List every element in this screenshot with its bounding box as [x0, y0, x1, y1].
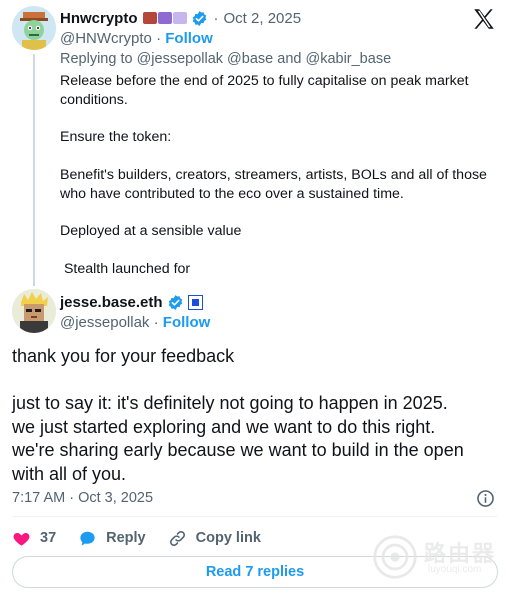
watermark: 路由器 luyouqi.com	[368, 532, 496, 584]
main-tweet-text: thank you for your feedback just to say …	[12, 345, 502, 487]
heart-icon	[13, 532, 30, 546]
replying-prefix: Replying to	[60, 51, 133, 67]
name-emojis	[142, 12, 187, 24]
reply-label: Reply	[106, 530, 146, 546]
main-text-line: with all of you.	[12, 463, 127, 484]
divider	[12, 516, 497, 517]
verified-badge-icon	[192, 10, 206, 26]
reply-button[interactable]: Reply	[78, 529, 146, 548]
parent-tweet-text: Release before the end of 2025 to fully …	[60, 72, 490, 298]
separator-dot: ·	[153, 314, 159, 331]
verified-badge-icon	[168, 294, 182, 310]
parent-date[interactable]: Oct 2, 2025	[224, 10, 302, 27]
parent-avatar[interactable]	[12, 6, 56, 50]
reply-bubble-icon	[80, 531, 95, 546]
affiliate-badge-icon[interactable]	[187, 294, 203, 310]
like-button[interactable]: 37	[12, 529, 56, 548]
main-text-line: just to say it: it's definitely not goin…	[12, 393, 448, 414]
watermark-subtext: luyouqi.com	[428, 564, 482, 575]
main-text-line: we just started exploring and we want to…	[12, 416, 436, 437]
copy-link-button[interactable]: Copy link	[168, 529, 261, 548]
parent-follow-button[interactable]: Follow	[165, 30, 213, 47]
main-follow-button[interactable]: Follow	[163, 314, 211, 331]
main-paragraph: just to say it: it's definitely not goin…	[12, 392, 502, 486]
x-logo-icon[interactable]	[471, 6, 497, 32]
parent-header: Hnwcrypto · Oct 2, 2025	[60, 8, 301, 28]
like-count: 37	[40, 530, 57, 546]
main-handle[interactable]: @jessepollak	[60, 314, 149, 331]
parent-handle[interactable]: @HNWcrypto	[60, 30, 152, 47]
parent-paragraph: Benefit's builders, creators, streamers,…	[60, 166, 487, 202]
action-bar: 37 Reply Copy link	[12, 526, 261, 550]
replying-mentions[interactable]: @jessepollak @base and @kabir_base	[137, 51, 392, 67]
main-handle-row: @jessepollak · Follow	[60, 314, 210, 331]
tweet-timestamp[interactable]: 7:17 AM · Oct 3, 2025	[12, 490, 153, 506]
main-paragraph: thank you for your feedback	[12, 346, 235, 366]
parent-paragraph: Ensure the token:	[60, 129, 172, 146]
chart-emoji-icon	[157, 12, 172, 24]
thread-connector-line	[33, 54, 35, 286]
main-avatar[interactable]	[12, 289, 56, 333]
parent-handle-row: @HNWcrypto · Follow	[60, 30, 213, 47]
copy-link-label: Copy link	[195, 530, 261, 546]
separator-dot: ·	[156, 30, 162, 47]
bars-emoji-icon	[172, 12, 187, 24]
replying-to-row: Replying to @jessepollak @base and @kabi…	[60, 51, 391, 67]
parent-paragraph: Deployed at a sensible value	[60, 223, 242, 240]
link-icon	[169, 530, 185, 546]
parent-paragraph: Release before the end of 2025 to fully …	[60, 73, 469, 108]
separator-dot: ·	[213, 9, 219, 27]
main-display-name[interactable]: jesse.base.eth	[60, 294, 163, 311]
building-emoji-icon	[142, 12, 157, 24]
tweet-embed: Hnwcrypto · Oct 2, 2025 @HNWcrypto · Fol…	[0, 0, 509, 600]
main-header: jesse.base.eth	[60, 292, 203, 312]
router-logo-icon	[373, 535, 417, 579]
parent-paragraph: Stealth launched for	[60, 260, 191, 277]
info-icon[interactable]	[476, 489, 495, 508]
parent-display-name[interactable]: Hnwcrypto	[60, 10, 138, 27]
main-text-line: we're sharing early because we want to b…	[12, 440, 464, 461]
